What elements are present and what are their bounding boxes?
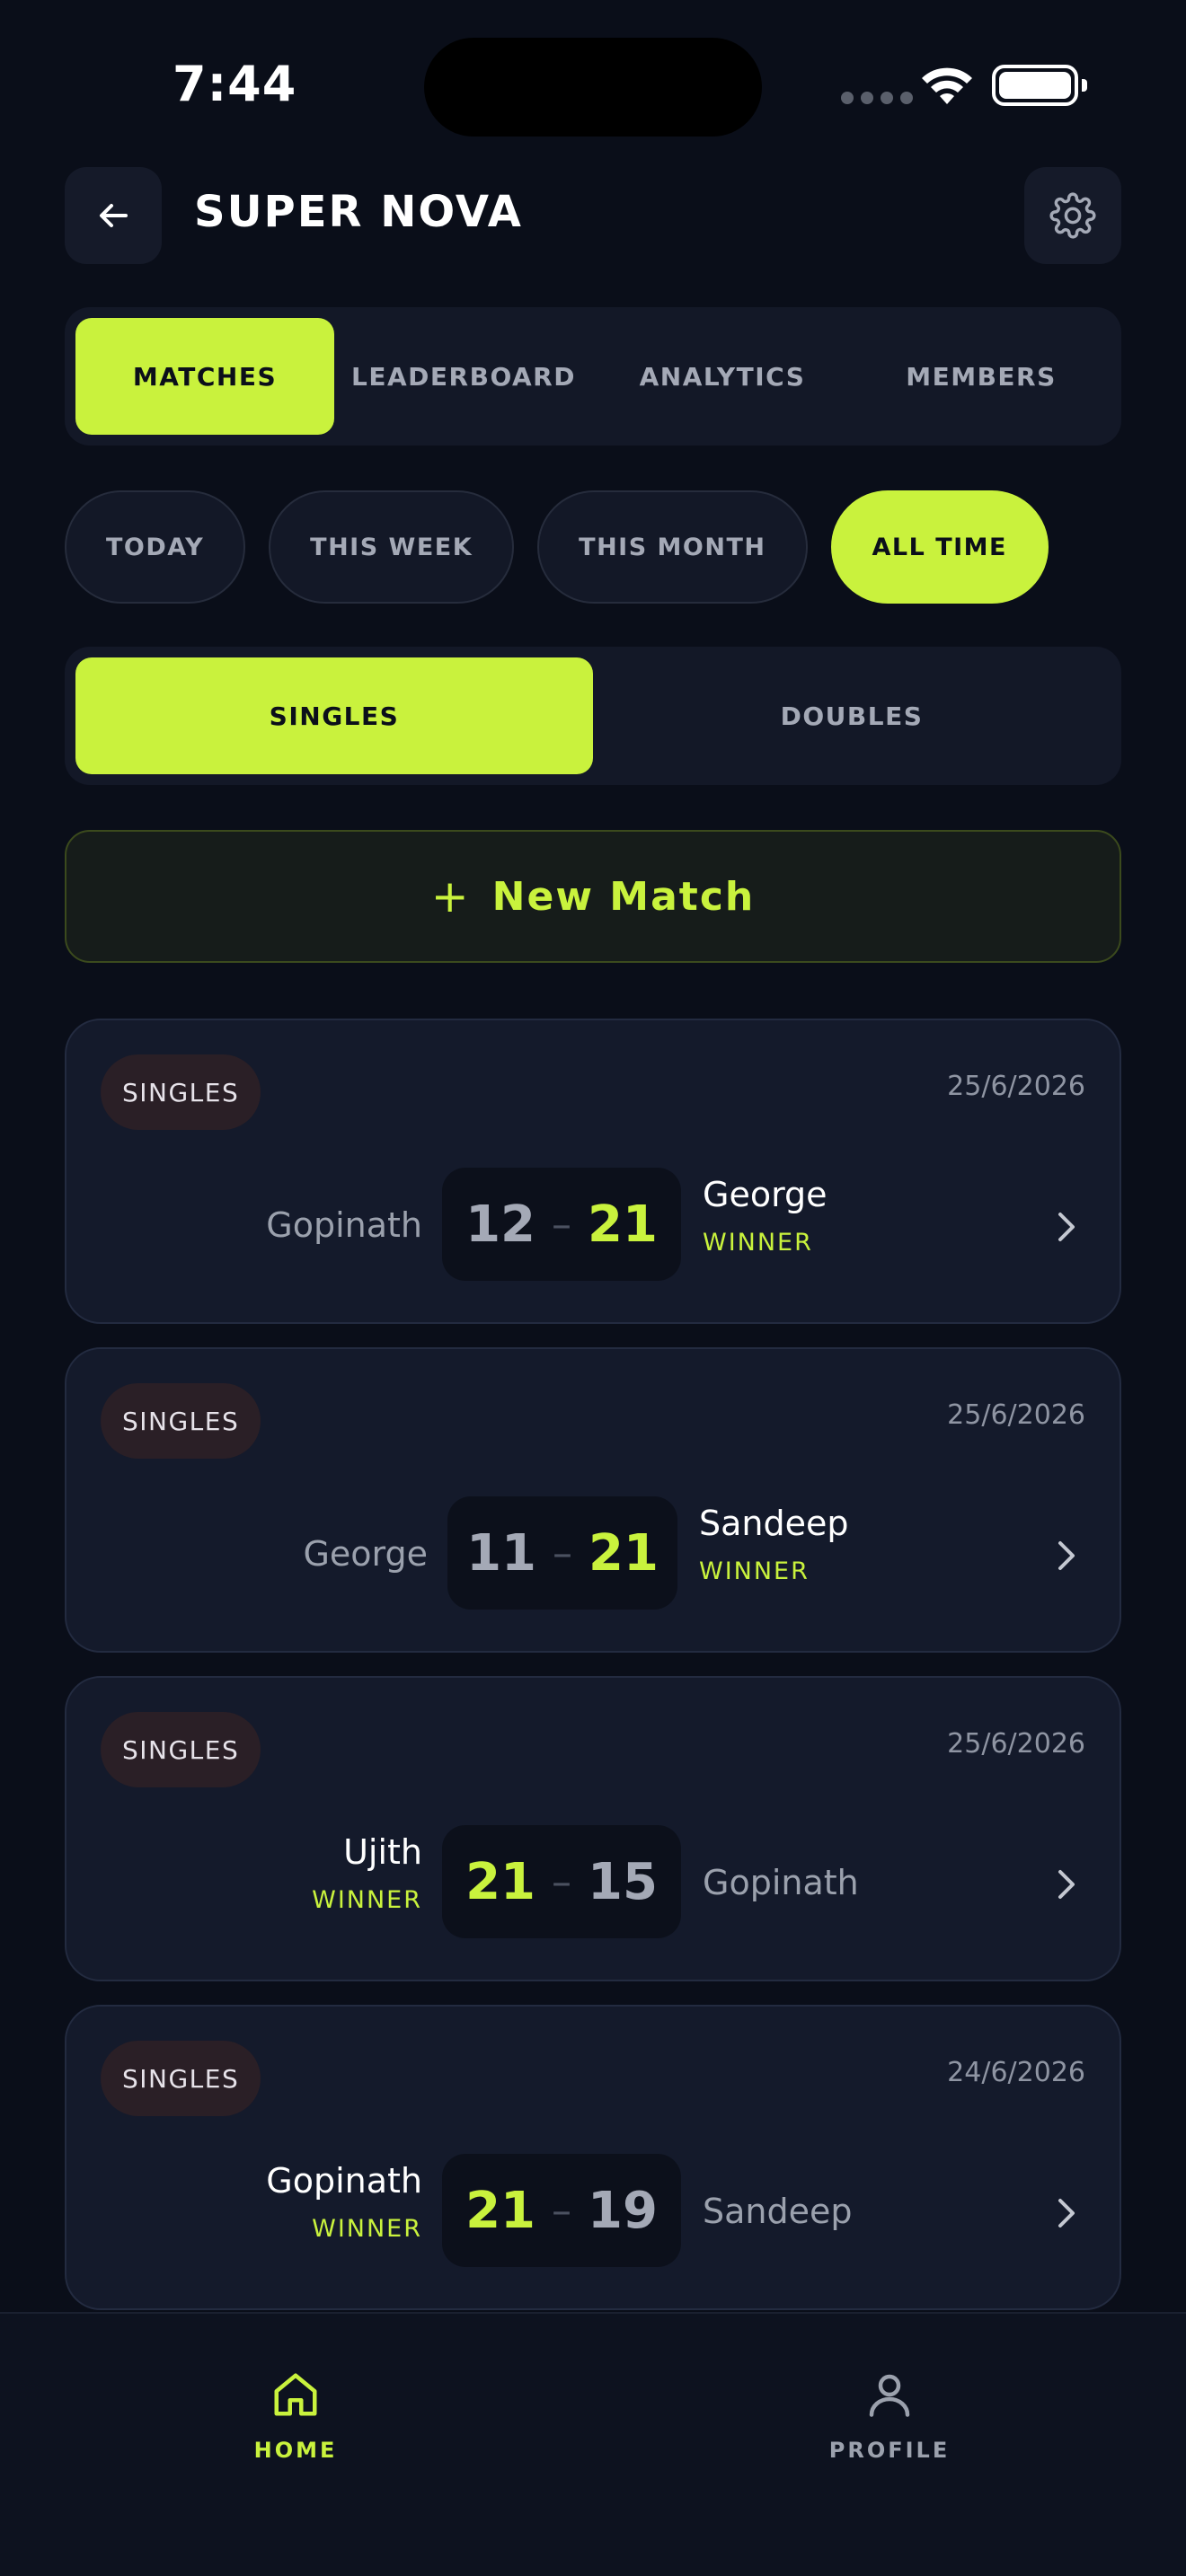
chip-today[interactable]: TODAY <box>65 490 246 604</box>
match-type-toggle: SINGLES DOUBLES <box>65 647 1121 785</box>
home-icon <box>274 2373 317 2416</box>
tab-leaderboard[interactable]: LEADERBOARD <box>334 318 593 435</box>
gear-icon <box>1049 192 1096 239</box>
score-separator: – <box>553 1530 572 1576</box>
match-card[interactable]: SINGLES 25/6/2026 George 11 – 21 Sandeep… <box>65 1347 1121 1653</box>
left-score: 21 <box>465 2181 535 2240</box>
toggle-doubles[interactable]: DOUBLES <box>593 657 1111 774</box>
right-score: 19 <box>588 2181 658 2240</box>
cellular-signal-icon <box>841 92 913 104</box>
chip-this-month[interactable]: THIS MONTH <box>537 490 808 604</box>
left-player: Gopinath WINNER <box>266 2161 422 2243</box>
left-player: Gopinath <box>266 1205 422 1245</box>
chip-all-time[interactable]: ALL TIME <box>830 490 1049 604</box>
player-name: Sandeep <box>703 2192 853 2231</box>
match-type-badge: SINGLES <box>101 1054 261 1130</box>
right-player: Gopinath <box>703 1863 859 1902</box>
player-name: Gopinath <box>266 2161 422 2201</box>
player-name: Gopinath <box>703 1863 859 1902</box>
left-score: 11 <box>466 1523 536 1583</box>
winner-label: WINNER <box>312 1886 422 1914</box>
right-score: 15 <box>588 1852 658 1911</box>
player-name: Gopinath <box>266 1205 422 1245</box>
score-box: 11 – 21 <box>447 1496 677 1610</box>
match-date: 25/6/2026 <box>947 1071 1085 1102</box>
winner-label: WINNER <box>312 2215 422 2243</box>
score-separator: – <box>552 2187 571 2234</box>
chevron-right-icon <box>1058 1541 1075 1570</box>
left-score: 21 <box>465 1852 535 1911</box>
main-tabs: MATCHES LEADERBOARD ANALYTICS MEMBERS <box>65 307 1121 446</box>
score-box: 21 – 15 <box>442 1825 681 1938</box>
score-separator: – <box>552 1201 571 1248</box>
dynamic-island <box>424 38 762 137</box>
page-title: SUPER NOVA <box>194 187 523 237</box>
tab-members[interactable]: MEMBERS <box>852 318 1111 435</box>
chevron-right-icon <box>1058 1870 1075 1899</box>
right-score: 21 <box>588 1195 658 1254</box>
nav-profile[interactable]: PROFILE <box>791 2368 988 2463</box>
match-date: 25/6/2026 <box>947 1399 1085 1431</box>
match-card[interactable]: SINGLES 24/6/2026 Gopinath WINNER 21 – 1… <box>65 2005 1121 2310</box>
match-type-badge: SINGLES <box>101 1712 261 1787</box>
settings-button[interactable] <box>1024 167 1121 264</box>
left-player: Ujith WINNER <box>312 1832 422 1914</box>
status-bar: 7:44 <box>0 0 1186 171</box>
nav-profile-label: PROFILE <box>828 2438 951 2463</box>
right-player: Sandeep WINNER <box>699 1504 849 1585</box>
tab-matches[interactable]: MATCHES <box>75 318 334 435</box>
score-separator: – <box>552 1858 571 1905</box>
wifi-icon <box>922 67 972 104</box>
toggle-singles[interactable]: SINGLES <box>75 657 593 774</box>
winner-label: WINNER <box>703 1229 813 1257</box>
match-date: 24/6/2026 <box>947 2057 1085 2088</box>
player-name: George <box>303 1534 428 1574</box>
player-name: Sandeep <box>699 1504 849 1543</box>
match-card[interactable]: SINGLES 25/6/2026 Gopinath 12 – 21 Georg… <box>65 1019 1121 1324</box>
match-type-badge: SINGLES <box>101 2041 261 2116</box>
right-player: George WINNER <box>703 1175 828 1257</box>
left-player: George <box>303 1534 428 1574</box>
nav-home-label: HOME <box>253 2438 338 2463</box>
user-icon <box>869 2374 910 2417</box>
match-card[interactable]: SINGLES 25/6/2026 Ujith WINNER 21 – 15 G… <box>65 1676 1121 1981</box>
chevron-right-icon <box>1058 2199 1075 2228</box>
right-score: 21 <box>589 1523 659 1583</box>
right-player: Sandeep <box>703 2192 853 2231</box>
player-name: George <box>703 1175 828 1214</box>
winner-label: WINNER <box>699 1557 810 1585</box>
left-score: 12 <box>465 1195 535 1254</box>
arrow-left-icon <box>100 204 128 227</box>
chevron-right-icon <box>1058 1213 1075 1241</box>
match-date: 25/6/2026 <box>947 1728 1085 1760</box>
player-name: Ujith <box>343 1832 422 1872</box>
score-box: 21 – 19 <box>442 2154 681 2267</box>
match-type-badge: SINGLES <box>101 1383 261 1459</box>
back-button[interactable] <box>65 167 162 264</box>
new-match-label: New Match <box>491 873 756 920</box>
chip-this-week[interactable]: THIS WEEK <box>269 490 515 604</box>
tab-analytics[interactable]: ANALYTICS <box>593 318 852 435</box>
nav-home[interactable]: HOME <box>197 2368 394 2463</box>
status-time: 7:44 <box>173 56 297 112</box>
plus-icon: + <box>430 870 471 922</box>
bottom-nav: HOME PROFILE <box>0 2312 1186 2576</box>
period-filter: TODAY THIS WEEK THIS MONTH ALL TIME <box>65 490 1049 604</box>
new-match-button[interactable]: + New Match <box>65 830 1121 963</box>
score-box: 12 – 21 <box>442 1168 681 1281</box>
battery-icon <box>992 65 1087 106</box>
